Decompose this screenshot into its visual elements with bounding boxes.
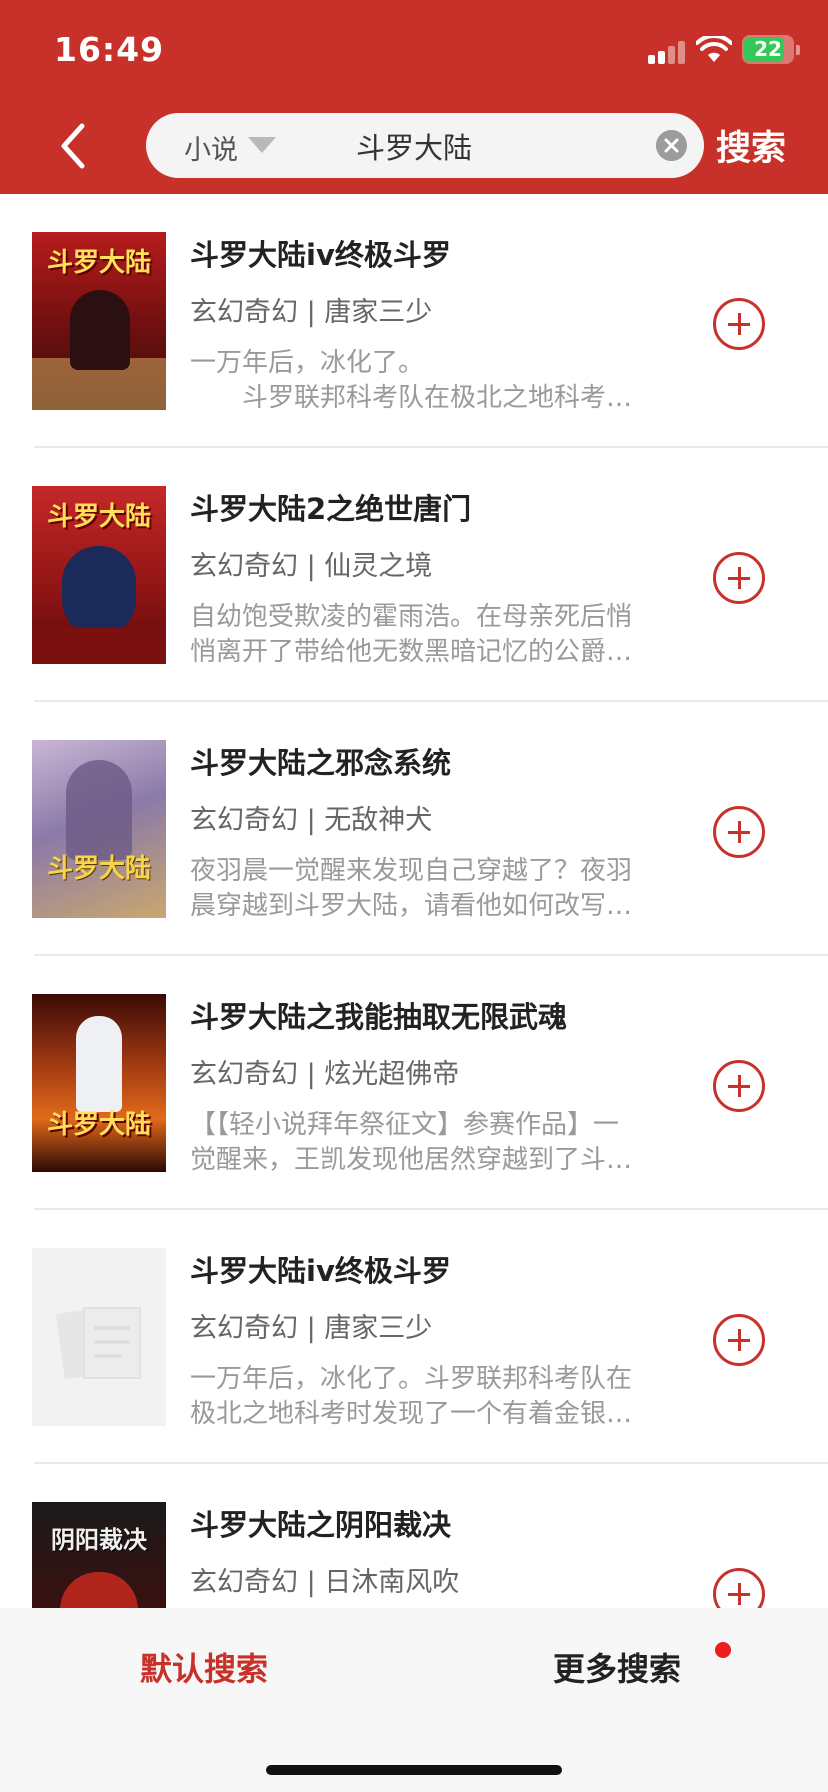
book-meta: 玄幻奇幻 | 炫光超佛帝 bbox=[190, 1059, 460, 1090]
cover-title: 斗罗大陆 bbox=[46, 854, 151, 884]
wifi-icon bbox=[696, 36, 732, 62]
home-indicator bbox=[266, 1765, 562, 1775]
status-time: 16:49 bbox=[54, 30, 165, 69]
tab-default-search[interactable]: 默认搜索 bbox=[140, 1644, 268, 1690]
search-box[interactable]: 小说 bbox=[146, 113, 704, 178]
book-title[interactable]: 斗罗大陆之我能抽取无限武魂 bbox=[190, 994, 567, 1036]
back-arrow-icon[interactable] bbox=[52, 118, 92, 174]
bottom-tab-bar: 默认搜索 更多搜索 bbox=[0, 1608, 828, 1792]
cover-title: 斗罗大陆 bbox=[46, 502, 151, 532]
book-description: 一万年后，冰化了。斗罗联邦科考队在 极北之地科考时发现了一个有着金银… bbox=[190, 1364, 633, 1429]
book-meta: 玄幻奇幻 | 无敌神犬 bbox=[190, 805, 433, 836]
book-title[interactable]: 斗罗大陆iv终极斗罗 bbox=[190, 1248, 451, 1290]
search-category-select[interactable]: 小说 bbox=[184, 128, 238, 167]
book-meta: 玄幻奇幻 | 唐家三少 bbox=[190, 297, 433, 328]
dropdown-arrow-icon[interactable] bbox=[248, 137, 276, 153]
book-title[interactable]: 斗罗大陆之邪念系统 bbox=[190, 740, 451, 782]
result-item[interactable]: 斗罗大陆iv终极斗罗 玄幻奇幻 | 唐家三少 一万年后，冰化了。斗罗联邦科考队在… bbox=[0, 1210, 828, 1464]
book-cover[interactable]: 斗罗大陆 bbox=[32, 232, 166, 410]
search-button[interactable]: 搜索 bbox=[716, 120, 786, 171]
battery-level: 22 bbox=[754, 37, 782, 61]
book-title[interactable]: 斗罗大陆之阴阳裁决 bbox=[190, 1502, 451, 1544]
book-meta: 玄幻奇幻 | 唐家三少 bbox=[190, 1313, 433, 1344]
add-to-shelf-button[interactable] bbox=[713, 806, 765, 858]
app-screen: 16:49 22 小说 斗罗大陆 搜索 斗罗大陆 斗罗大陆iv终极斗罗 玄幻奇幻… bbox=[0, 0, 828, 1792]
cover-title: 斗罗大陆 bbox=[46, 248, 151, 278]
book-cover[interactable]: 斗罗大陆 bbox=[32, 994, 166, 1172]
cover-title: 斗罗大陆 bbox=[46, 1110, 151, 1140]
book-title[interactable]: 斗罗大陆2之绝世唐门 bbox=[190, 486, 471, 528]
add-to-shelf-button[interactable] bbox=[713, 1314, 765, 1366]
book-description: 【【轻小说拜年祭征文】参赛作品】一 觉醒来，王凯发现他居然穿越到了斗… bbox=[190, 1110, 633, 1175]
result-item[interactable]: 斗罗大陆 斗罗大陆之我能抽取无限武魂 玄幻奇幻 | 炫光超佛帝 【【轻小说拜年祭… bbox=[0, 956, 828, 1210]
book-cover[interactable]: 斗罗大陆 bbox=[32, 486, 166, 664]
book-cover-placeholder[interactable] bbox=[32, 1248, 166, 1426]
battery-icon: 22 bbox=[742, 35, 800, 64]
notification-dot bbox=[715, 1642, 731, 1658]
cover-title: 阴阳裁决 bbox=[51, 1526, 147, 1554]
add-to-shelf-button[interactable] bbox=[713, 552, 765, 604]
header-bar: 16:49 22 小说 斗罗大陆 搜索 bbox=[0, 0, 828, 194]
book-cover[interactable]: 斗罗大陆 bbox=[32, 740, 166, 918]
search-input[interactable] bbox=[356, 121, 576, 171]
add-to-shelf-button[interactable] bbox=[713, 298, 765, 350]
add-to-shelf-button[interactable] bbox=[713, 1060, 765, 1112]
clear-icon[interactable] bbox=[656, 130, 687, 161]
book-meta: 玄幻奇幻 | 日沐南风吹 bbox=[190, 1567, 460, 1598]
result-item[interactable]: 斗罗大陆 斗罗大陆iv终极斗罗 玄幻奇幻 | 唐家三少 一万年后，冰化了。 斗罗… bbox=[0, 194, 828, 448]
tab-more-search[interactable]: 更多搜索 bbox=[553, 1644, 681, 1690]
document-placeholder-icon bbox=[55, 1306, 141, 1380]
book-description: 自幼饱受欺凌的霍雨浩。在母亲死后悄 悄离开了带给他无数黑暗记忆的公爵… bbox=[190, 602, 633, 667]
book-description: 一万年后，冰化了。 斗罗联邦科考队在极北之地科考… bbox=[190, 348, 633, 413]
book-title[interactable]: 斗罗大陆iv终极斗罗 bbox=[190, 232, 451, 274]
book-description: 夜羽晨一觉醒来发现自己穿越了？夜羽 晨穿越到斗罗大陆，请看他如何改写… bbox=[190, 856, 633, 921]
result-item[interactable]: 斗罗大陆 斗罗大陆2之绝世唐门 玄幻奇幻 | 仙灵之境 自幼饱受欺凌的霍雨浩。在… bbox=[0, 448, 828, 702]
book-meta: 玄幻奇幻 | 仙灵之境 bbox=[190, 551, 433, 582]
cellular-signal-icon bbox=[648, 40, 688, 64]
result-item[interactable]: 斗罗大陆 斗罗大陆之邪念系统 玄幻奇幻 | 无敌神犬 夜羽晨一觉醒来发现自己穿越… bbox=[0, 702, 828, 956]
